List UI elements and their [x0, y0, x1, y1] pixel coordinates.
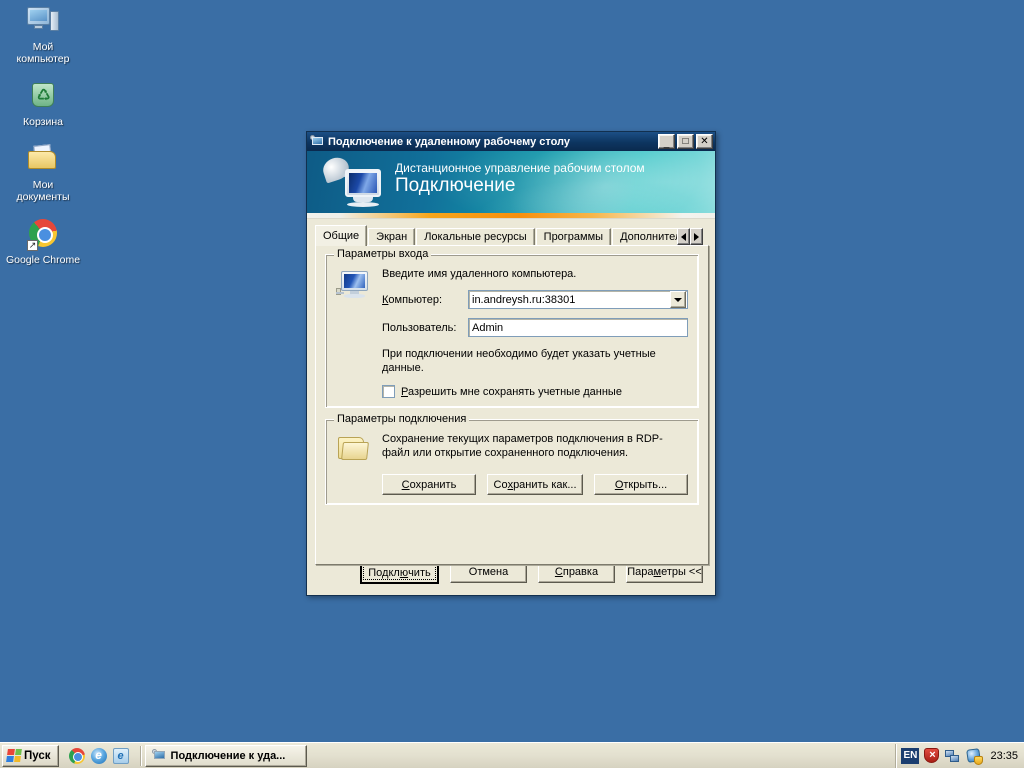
user-input[interactable]: Admin [468, 318, 688, 337]
shortcut-arrow-icon: ↗ [27, 240, 38, 251]
window-banner: Дистанционное управление рабочим столом … [307, 151, 715, 213]
save-credentials-label[interactable]: Разрешить мне сохранять учетные данные [401, 386, 622, 398]
tab-label: Общие [323, 230, 360, 242]
tab-local-resources[interactable]: Локальные ресурсы [416, 228, 535, 246]
my-computer-icon [26, 4, 60, 38]
tab-scroll-right-button[interactable] [690, 228, 703, 245]
desktop-icon-label: Google Chrome [5, 254, 81, 266]
tab-general[interactable]: Общие [315, 225, 368, 246]
taskbar-item-label: Подключение к уда... [170, 749, 286, 762]
taskbar-separator [139, 745, 141, 766]
banner-subtitle: Дистанционное управление рабочим столом [395, 161, 645, 175]
chevron-down-icon [674, 297, 682, 302]
security-shield-icon[interactable] [924, 747, 940, 764]
connection-group-legend: Параметры подключения [334, 413, 470, 425]
remote-desktop-icon [151, 749, 166, 762]
desktop-icon-label: Корзина [23, 116, 63, 128]
internet-explorer-alt-icon[interactable] [112, 747, 129, 764]
minimize-icon: _ [663, 138, 670, 149]
desktop-icon-list: Мой компьютер ♺ Корзина Мои документы ↗ … [0, 4, 86, 280]
computer-combobox[interactable]: in.andreysh.ru:38301 [468, 290, 688, 309]
taskbar[interactable]: Пуск Подключение к уда... EN 2 [0, 742, 1024, 768]
desktop-icon-recycle-bin[interactable]: ♺ Корзина [4, 79, 82, 128]
user-label: Пользователь: [382, 321, 457, 334]
banner-title: Подключение [395, 175, 516, 196]
save-as-button[interactable]: Со х ранить как... [487, 474, 583, 495]
logon-settings-group: Параметры входа Введите имя удаленного к… [325, 248, 699, 408]
save-credentials-row: Разрешить мне сохранять учетные данные [382, 385, 688, 398]
desktop-icon-my-documents[interactable]: Мои документы [4, 142, 82, 203]
computer-field-row: Компьютер: in.andreysh.ru:38301 [382, 290, 688, 309]
quick-launch-bar [62, 747, 136, 764]
folder-icon [336, 434, 370, 464]
tabs-host: Общие Экран Локальные ресурсы Программы … [307, 219, 715, 246]
close-icon: ✕ [700, 136, 709, 147]
start-button-label: Пуск [24, 749, 51, 762]
user-field-row: Пользователь: Admin [382, 318, 688, 337]
tab-scroll-buttons [677, 228, 703, 245]
open-button[interactable]: Открыть... [594, 474, 688, 495]
logon-description: Введите имя удаленного компьютера. [382, 268, 577, 280]
remote-desktop-icon [310, 135, 324, 148]
connection-description: Сохранение текущих параметров подключени… [382, 433, 663, 459]
internet-explorer-icon[interactable] [90, 747, 107, 764]
satellite-monitor-icon [320, 154, 391, 211]
tab-label: Программы [543, 231, 604, 243]
save-button[interactable]: Сохранить [382, 474, 476, 495]
taskbar-item-remote-desktop[interactable]: Подключение к уда... [144, 744, 307, 767]
tab-display[interactable]: Экран [368, 228, 416, 246]
remote-desktop-connection-window[interactable]: Подключение к удаленному рабочему столу … [306, 131, 716, 596]
recycle-bin-icon: ♺ [26, 79, 60, 113]
logon-group-legend: Параметры входа [334, 248, 432, 260]
connection-group-icon-cell [336, 432, 382, 464]
tab-strip: Общие Экран Локальные ресурсы Программы … [315, 225, 709, 246]
computer-label-rest: омпьютер: [388, 293, 443, 306]
chevron-right-icon [694, 232, 699, 241]
minimize-button[interactable]: _ [658, 134, 675, 149]
my-documents-icon [26, 142, 60, 176]
connection-buttons: Сохранить Со х ранить как... Открыть... [382, 474, 688, 495]
desktop-icon-my-computer[interactable]: Мой компьютер [4, 4, 82, 65]
logon-group-icon-cell [336, 267, 382, 337]
maximize-button[interactable]: □ [677, 134, 694, 149]
window-title: Подключение к удаленному рабочему столу [328, 135, 571, 148]
desktop-icon-google-chrome[interactable]: ↗ Google Chrome [4, 217, 82, 266]
tab-scroll-left-button[interactable] [677, 228, 690, 245]
desktop-icon-label: Мои документы [16, 179, 70, 203]
credentials-note: При подключении необходимо будет указать… [382, 348, 656, 374]
maximize-icon: □ [682, 136, 689, 147]
window-titlebar[interactable]: Подключение к удаленному рабочему столу … [307, 132, 715, 151]
start-button[interactable]: Пуск [2, 744, 59, 767]
desktop-icon-label: Мой компьютер [16, 41, 70, 65]
chevron-left-icon [681, 232, 686, 241]
network-connection-icon[interactable] [945, 748, 961, 764]
google-chrome-icon: ↗ [26, 217, 60, 251]
tab-label: Локальные ресурсы [424, 231, 527, 243]
computer-dropdown-button[interactable] [670, 291, 686, 308]
windows-flag-icon [6, 749, 22, 762]
save-credentials-checkbox[interactable] [382, 385, 395, 398]
tab-panel-general: Параметры входа Введите имя удаленного к… [315, 245, 709, 565]
tab-label: Экран [376, 231, 408, 243]
system-tray: EN 23:35 [895, 743, 1024, 768]
language-indicator[interactable]: EN [901, 747, 920, 764]
windows-update-icon[interactable] [966, 747, 984, 765]
banner-text: Дистанционное управление рабочим столом … [395, 161, 645, 197]
computer-monitor-icon [336, 269, 370, 299]
close-button[interactable]: ✕ [696, 134, 713, 149]
window-controls: _ □ ✕ [658, 134, 713, 149]
taskbar-clock[interactable]: 23:35 [987, 750, 1018, 762]
tab-programs[interactable]: Программы [535, 228, 612, 246]
desktop[interactable]: Мой компьютер ♺ Корзина Мои документы ↗ … [0, 0, 1024, 768]
chrome-icon[interactable] [68, 747, 85, 764]
connection-settings-group: Параметры подключения Сохранение текущих… [325, 413, 699, 505]
computer-input[interactable]: in.andreysh.ru:38301 [472, 293, 670, 307]
computer-label: Компьютер: [382, 293, 443, 306]
